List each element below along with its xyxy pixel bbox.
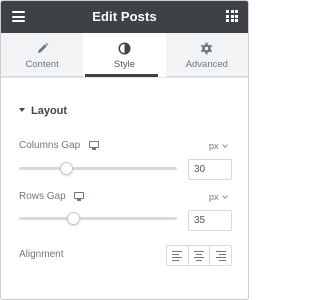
alignment-button-group [166, 245, 232, 266]
columns-gap-slider-thumb[interactable] [60, 162, 73, 175]
rows-gap-label: Rows Gap [19, 191, 85, 202]
columns-gap-unit-select[interactable]: px [209, 141, 228, 151]
columns-gap-input[interactable]: 30 [188, 159, 232, 180]
editor-panel: Edit Posts Content Style Advanced Layout… [0, 0, 249, 300]
tab-label: Style [113, 59, 136, 70]
rows-gap-slider-thumb[interactable] [67, 212, 80, 225]
align-left-icon [172, 251, 183, 263]
rows-gap-label-text: Rows Gap [19, 191, 66, 202]
align-center-icon [194, 251, 204, 263]
tab-label: Advanced [185, 59, 228, 70]
rows-gap-slider-track[interactable] [19, 217, 177, 220]
tab-advanced[interactable]: Advanced [165, 33, 248, 77]
grid-apps-icon[interactable] [226, 10, 238, 22]
unit-label: px [209, 192, 219, 202]
gear-icon [166, 42, 248, 55]
align-right-button[interactable] [210, 246, 231, 265]
pencil-icon [1, 42, 83, 55]
align-center-button[interactable] [189, 246, 211, 265]
chevron-down-icon [221, 142, 228, 148]
alignment-label: Alignment [19, 249, 64, 260]
panel-title: Edit Posts [92, 9, 157, 24]
desktop-monitor-icon[interactable] [88, 141, 99, 150]
tab-label: Content [25, 59, 59, 70]
columns-gap-label-text: Columns Gap [19, 140, 81, 151]
rows-gap-unit-select[interactable]: px [209, 192, 228, 202]
caret-down-icon [19, 108, 25, 112]
tab-style[interactable]: Style [83, 33, 166, 77]
active-tab-indicator [85, 74, 158, 77]
unit-label: px [209, 141, 219, 151]
section-title: Layout [31, 105, 68, 117]
section-toggle-layout[interactable]: Layout [19, 105, 67, 117]
tab-content[interactable]: Content [1, 33, 84, 77]
chevron-down-icon [221, 193, 228, 199]
panel-header: Edit Posts [1, 1, 248, 33]
panel-tabs: Content Style Advanced [1, 33, 248, 78]
rows-gap-input[interactable]: 35 [188, 210, 232, 231]
columns-gap-slider-track[interactable] [19, 167, 177, 170]
align-left-button[interactable] [167, 246, 189, 265]
desktop-monitor-icon[interactable] [74, 192, 85, 201]
half-circle-icon [83, 42, 165, 55]
columns-gap-label: Columns Gap [19, 140, 99, 151]
align-right-icon [215, 251, 226, 263]
